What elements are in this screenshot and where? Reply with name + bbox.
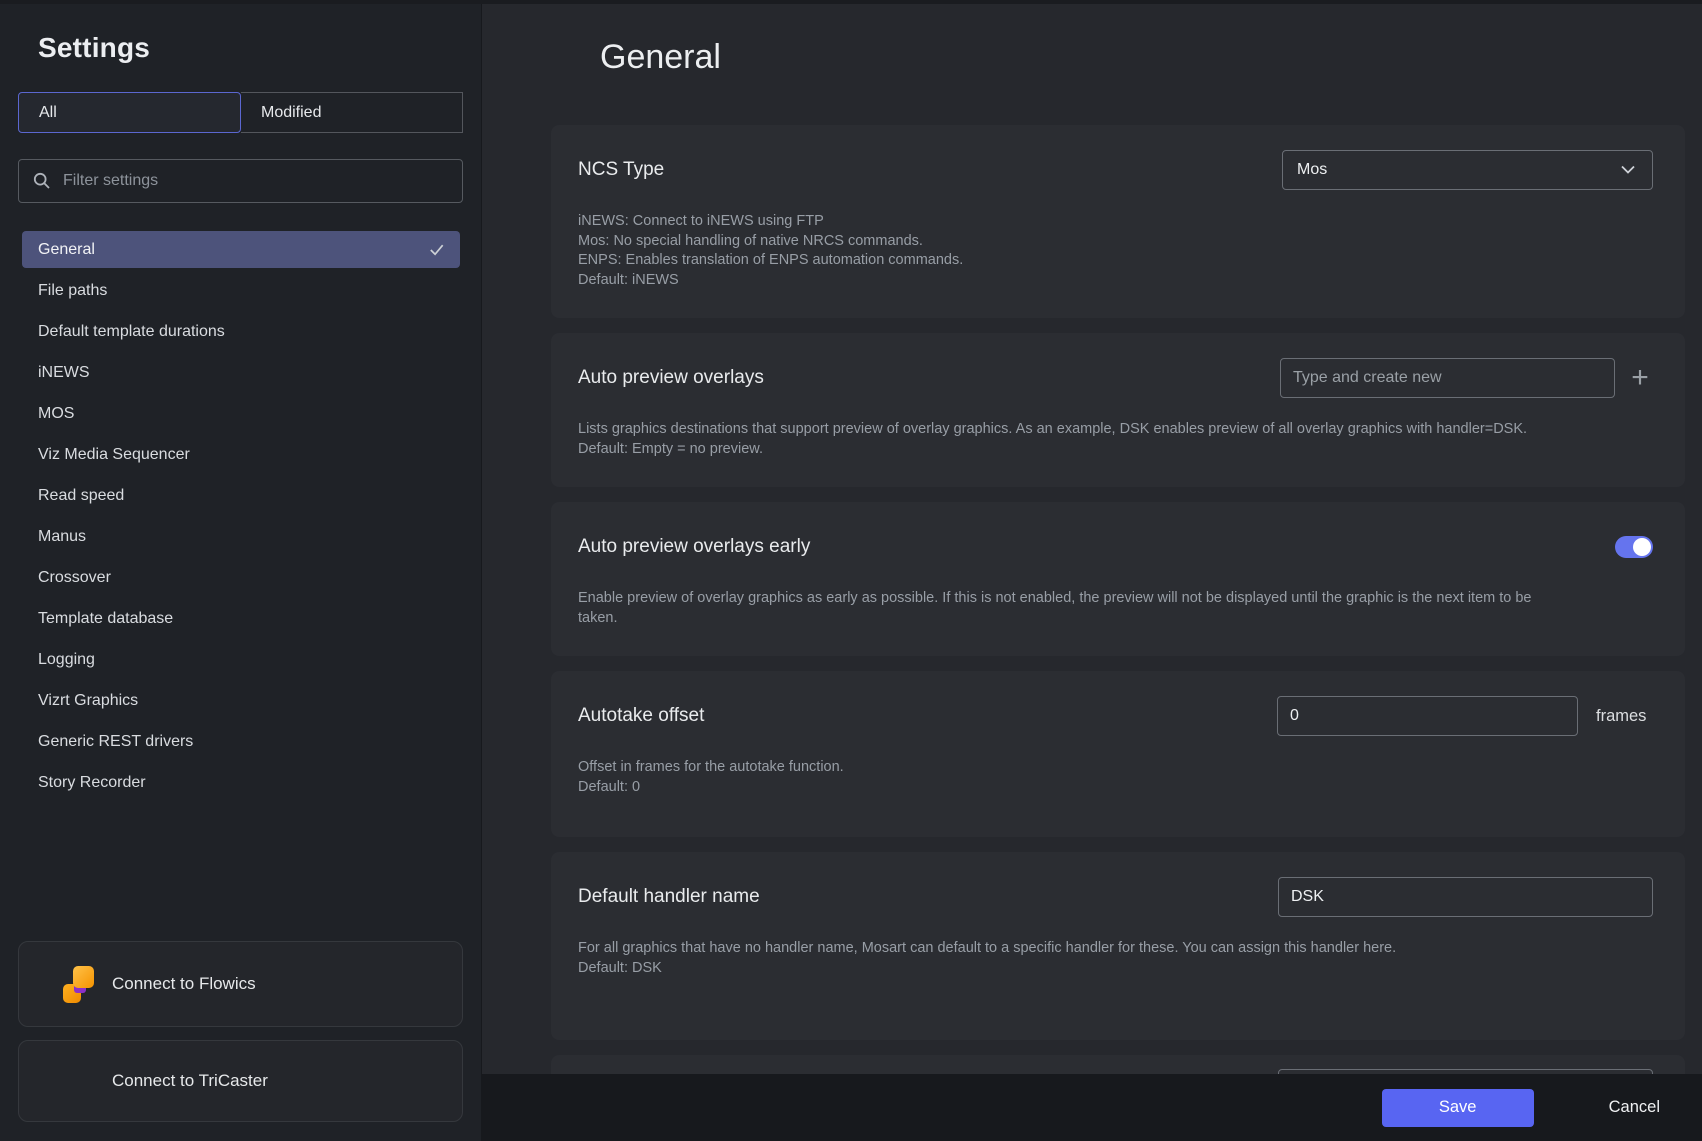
nav-item-label: Template database — [38, 610, 173, 628]
auto-preview-overlays-early-toggle[interactable] — [1615, 536, 1653, 558]
autotake-offset-label: Autotake offset — [578, 705, 704, 727]
nav-item-label: Read speed — [38, 487, 124, 505]
sidebar-item-vizrt-graphics[interactable]: Vizrt Graphics — [22, 682, 460, 719]
sidebar-item-default-template-durations[interactable]: Default template durations — [22, 313, 460, 350]
search-icon — [33, 172, 51, 190]
sidebar-item-mos[interactable]: MOS — [22, 395, 460, 432]
connect-tricaster-button[interactable]: Connect to TriCaster — [18, 1040, 463, 1122]
nav-item-label: Logging — [38, 651, 95, 669]
auto-preview-overlays-early-label: Auto preview overlays early — [578, 536, 810, 558]
nav-item-label: Crossover — [38, 569, 111, 587]
ncs-type-description: iNEWS: Connect to iNEWS using FTP Mos: N… — [578, 212, 1653, 290]
settings-content: General NCS Type Mos iNEWS: Connect to i… — [482, 0, 1702, 1074]
setting-card-auto-preview-overlays-early: Auto preview overlays early Enable previ… — [551, 502, 1685, 656]
sidebar-item-general[interactable]: General — [22, 231, 460, 268]
connect-flowics-label: Connect to Flowics — [112, 974, 256, 994]
autotake-offset-input[interactable] — [1277, 696, 1578, 736]
connect-flowics-button[interactable]: Connect to Flowics — [18, 941, 463, 1027]
default-handler-name-description: For all graphics that have no handler na… — [578, 939, 1653, 978]
toggle-knob — [1633, 538, 1651, 556]
setting-card-ncs-type: NCS Type Mos iNEWS: Connect to iNEWS usi… — [551, 125, 1685, 318]
tab-all[interactable]: All — [18, 92, 241, 133]
tab-modified[interactable]: Modified — [241, 92, 463, 133]
nav-item-label: General — [38, 241, 95, 259]
sidebar-item-read-speed[interactable]: Read speed — [22, 477, 460, 514]
default-handler-name-input[interactable] — [1278, 877, 1653, 917]
sidebar-item-template-database[interactable]: Template database — [22, 600, 460, 637]
nav-item-label: Story Recorder — [38, 774, 146, 792]
chevron-down-icon — [1620, 165, 1636, 175]
nav-item-label: Manus — [38, 528, 86, 546]
cancel-button[interactable]: Cancel — [1609, 1098, 1660, 1117]
autotake-offset-description: Offset in frames for the autotake functi… — [578, 758, 1653, 797]
sidebar-item-viz-media-sequencer[interactable]: Viz Media Sequencer — [22, 436, 460, 473]
page-title: General — [600, 34, 1702, 80]
sidebar-item-story-recorder[interactable]: Story Recorder — [22, 764, 460, 801]
sidebar-title: Settings — [38, 32, 463, 64]
filter-settings-field[interactable] — [18, 159, 463, 203]
frames-unit-label: frames — [1596, 707, 1653, 726]
settings-sidebar: Settings All Modified General File paths… — [0, 0, 482, 1141]
auto-preview-overlays-description: Lists graphics destinations that support… — [578, 420, 1653, 459]
nav-item-label: MOS — [38, 405, 74, 423]
nav-item-label: Vizrt Graphics — [38, 692, 138, 710]
filter-input[interactable] — [63, 172, 450, 190]
sidebar-item-crossover[interactable]: Crossover — [22, 559, 460, 596]
auto-preview-overlays-early-description: Enable preview of overlay graphics as ea… — [578, 589, 1568, 628]
settings-main-panel: General NCS Type Mos iNEWS: Connect to i… — [482, 0, 1702, 1141]
ncs-type-select[interactable]: Mos — [1282, 150, 1653, 190]
connect-tricaster-label: Connect to TriCaster — [112, 1071, 268, 1091]
sidebar-item-logging[interactable]: Logging — [22, 641, 460, 678]
nav-item-label: Generic REST drivers — [38, 733, 193, 751]
auto-preview-overlays-input[interactable] — [1280, 358, 1615, 398]
filter-tabs: All Modified — [18, 92, 463, 133]
plus-icon[interactable]: + — [1627, 365, 1653, 391]
action-bar: Save Cancel — [482, 1074, 1702, 1141]
nav-item-label: Viz Media Sequencer — [38, 446, 190, 464]
nav-item-label: File paths — [38, 282, 107, 300]
sidebar-item-file-paths[interactable]: File paths — [22, 272, 460, 309]
settings-nav: General File paths Default template dura… — [18, 231, 463, 805]
auto-preview-overlays-label: Auto preview overlays — [578, 367, 764, 389]
sidebar-spacer — [18, 805, 463, 941]
sidebar-item-generic-rest-drivers[interactable]: Generic REST drivers — [22, 723, 460, 760]
setting-card-autotake-offset: Autotake offset frames Offset in frames … — [551, 671, 1685, 837]
ncs-type-label: NCS Type — [578, 159, 664, 181]
setting-card-partial — [551, 1055, 1685, 1074]
ncs-type-selected-value: Mos — [1297, 161, 1327, 179]
sidebar-item-manus[interactable]: Manus — [22, 518, 460, 555]
setting-card-auto-preview-overlays: Auto preview overlays + Lists graphics d… — [551, 333, 1685, 487]
nav-item-label: Default template durations — [38, 323, 225, 341]
checkmark-icon — [427, 240, 446, 259]
save-button[interactable]: Save — [1382, 1089, 1534, 1127]
sidebar-item-inews[interactable]: iNEWS — [22, 354, 460, 391]
nav-item-label: iNEWS — [38, 364, 90, 382]
setting-card-default-handler-name: Default handler name For all graphics th… — [551, 852, 1685, 1040]
flowics-logo-icon — [63, 966, 97, 1006]
window-top-edge — [0, 0, 1702, 4]
default-handler-name-label: Default handler name — [578, 886, 760, 908]
